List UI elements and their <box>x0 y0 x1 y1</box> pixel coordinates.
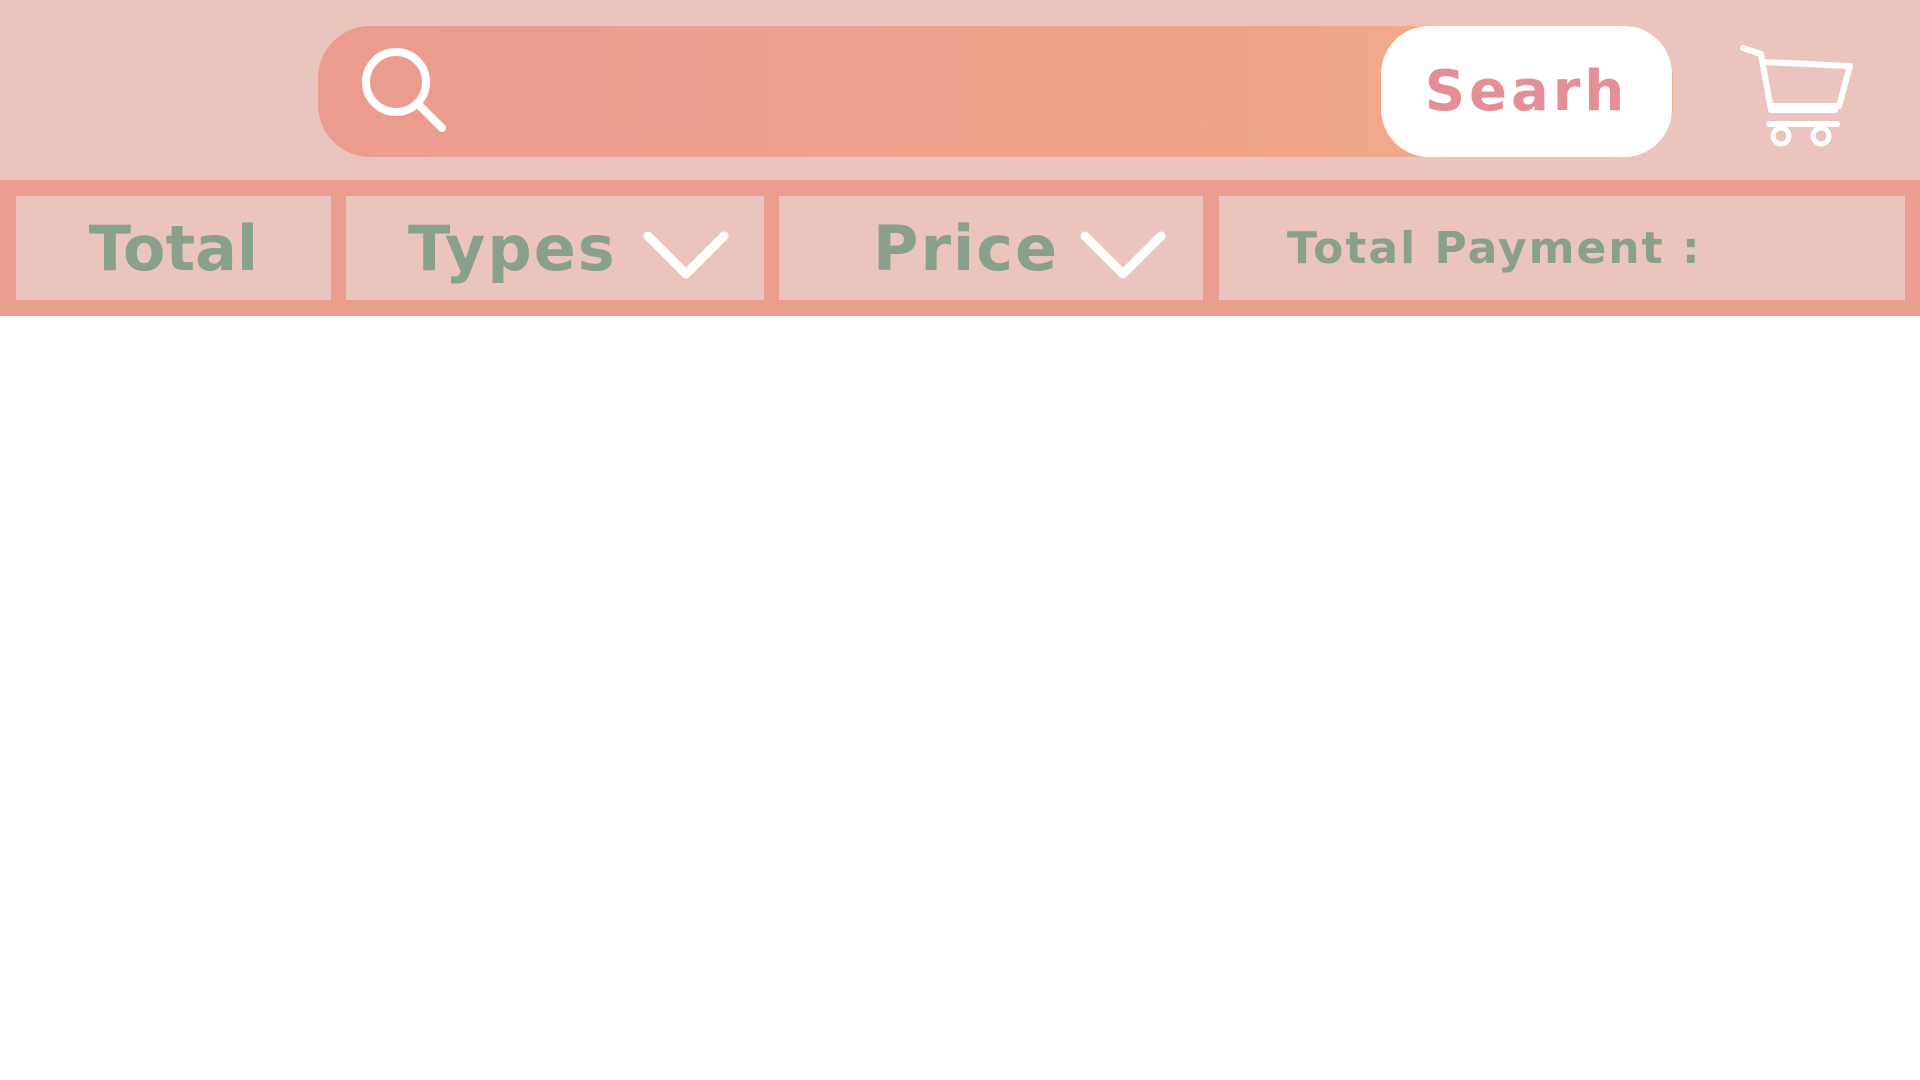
search-button[interactable]: Searh <box>1381 26 1672 157</box>
types-label: Types <box>408 211 617 285</box>
filter-bar: Total Types Price Total Payment : <box>0 180 1920 316</box>
chevron-down-icon[interactable] <box>1079 226 1175 286</box>
search-icon[interactable] <box>358 44 458 144</box>
total-payment-field: Total Payment : <box>1219 196 1905 300</box>
total-label: Total <box>88 211 259 285</box>
types-dropdown[interactable]: Types <box>346 196 764 300</box>
shopping-cart-icon[interactable] <box>1735 38 1855 153</box>
price-dropdown[interactable]: Price <box>779 196 1203 300</box>
total-payment-label: Total Payment : <box>1287 222 1702 274</box>
header-bar: Searh <box>0 0 1920 180</box>
search-input[interactable] <box>468 56 1372 128</box>
price-label: Price <box>873 211 1060 285</box>
total-column-header: Total <box>16 196 331 300</box>
chevron-down-icon[interactable] <box>642 226 738 286</box>
